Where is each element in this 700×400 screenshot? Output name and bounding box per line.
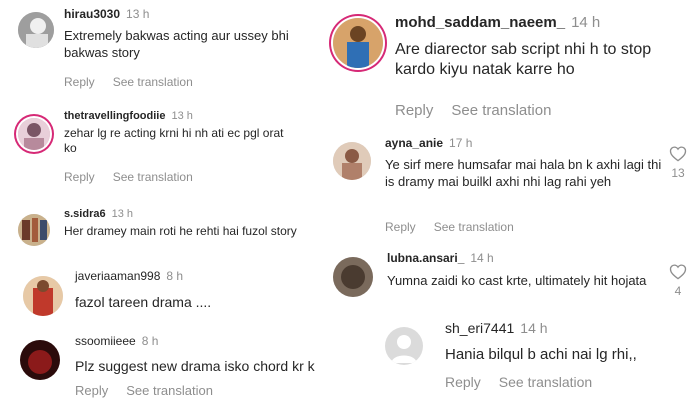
- reply-button[interactable]: Reply: [395, 102, 433, 119]
- comment-time: 8 h: [166, 269, 184, 283]
- comment-username[interactable]: ssoomiieee 8 h: [75, 334, 158, 348]
- avatar-photo: [333, 257, 373, 297]
- comment-username[interactable]: thetravellingfoodiie 13 h: [64, 110, 193, 122]
- avatar[interactable]: [23, 276, 63, 316]
- comment-actions: Reply See translation: [385, 220, 532, 234]
- username-text[interactable]: sh_eri7441: [445, 320, 514, 336]
- username-text[interactable]: lubna.ansari_: [387, 251, 464, 265]
- comment-username[interactable]: ayna_anie 17 h: [385, 136, 472, 150]
- see-translation-link[interactable]: See translation: [113, 75, 193, 89]
- comment-s-sidra6: s.sidra6 13 h Her dramey main roti he reh…: [0, 200, 320, 262]
- comment-time: 14 h: [520, 320, 548, 336]
- comment-time: 13 h: [126, 7, 150, 21]
- comment-text: Plz suggest new drama isko chord kr k: [75, 358, 315, 374]
- comment-username[interactable]: javeriaaman998 8 h: [75, 269, 183, 283]
- comment-sh-eri7441: sh_eri7441 14 h Hania bilqul b achi nai l…: [325, 315, 700, 400]
- username-text[interactable]: ayna_anie: [385, 136, 443, 150]
- comment-text: Her dramey main roti he rehti hai fuzol …: [64, 224, 297, 238]
- comment-text: Are diarector sab script nhi h to stop k…: [395, 41, 652, 79]
- comment-time: 17 h: [449, 136, 473, 150]
- default-avatar-glyph: [391, 335, 417, 363]
- comment-mohd-saddam-naeem: mohd_saddam_naeem_ 14 h Are diarector sab…: [325, 0, 700, 130]
- avatar-photo: [20, 340, 60, 380]
- username-text[interactable]: s.sidra6: [64, 208, 106, 220]
- comment-time: 14 h: [571, 14, 601, 31]
- username-text[interactable]: mohd_saddam_naeem_: [395, 14, 565, 31]
- avatar[interactable]: [20, 340, 60, 380]
- avatar[interactable]: [18, 118, 50, 150]
- avatar-photo: [18, 12, 54, 48]
- reply-button[interactable]: Reply: [385, 220, 416, 234]
- default-avatar-icon[interactable]: [385, 327, 423, 365]
- avatar[interactable]: [333, 18, 383, 68]
- comment-username[interactable]: hirau3030 13 h: [64, 7, 149, 21]
- comment-ayna-anie: ayna_anie 17 h Ye sirf mere humsafar mai …: [325, 130, 700, 240]
- avatar-photo: [23, 276, 63, 316]
- comment-username[interactable]: mohd_saddam_naeem_ 14 h: [395, 14, 600, 31]
- comment-actions: Reply See translation: [395, 102, 569, 119]
- like-count: 4: [674, 284, 682, 298]
- avatar[interactable]: [333, 257, 373, 297]
- comment-javeriaaman998: javeriaaman998 8 h fazol tareen drama ...…: [0, 262, 320, 324]
- username-text[interactable]: ssoomiieee: [75, 334, 136, 348]
- see-translation-link[interactable]: See translation: [126, 383, 213, 398]
- comment-hirau3030: hirau3030 13 h Extremely bakwas acting au…: [0, 0, 320, 95]
- see-translation-link[interactable]: See translation: [434, 220, 514, 234]
- comment-lubna-ansari: lubna.ansari_ 14 h Yumna zaidi ko cast kr…: [325, 245, 700, 320]
- like-control[interactable]: 13: [663, 145, 693, 180]
- comment-username[interactable]: lubna.ansari_ 14 h: [387, 251, 494, 265]
- comment-time: 13 h: [171, 110, 193, 122]
- comment-username[interactable]: s.sidra6 13 h: [64, 208, 133, 220]
- comment-text: Extremely bakwas acting aur ussey bhi ba…: [64, 28, 289, 60]
- comment-time: 14 h: [470, 251, 494, 265]
- comment-actions: Reply See translation: [64, 75, 211, 89]
- reply-button[interactable]: Reply: [64, 170, 95, 184]
- comment-text: Hania bilqul b achi nai lg rhi,,: [445, 346, 637, 363]
- reply-button[interactable]: Reply: [75, 383, 108, 398]
- avatar-photo: [333, 142, 371, 180]
- comment-text: Ye sirf mere humsafar mai hala bn k axhi…: [385, 157, 662, 189]
- see-translation-link[interactable]: See translation: [499, 374, 592, 390]
- username-text[interactable]: hirau3030: [64, 7, 120, 21]
- comment-thetravellingfoodiie: thetravellingfoodiie 13 h zehar lg re act…: [0, 102, 320, 192]
- comment-username[interactable]: sh_eri7441 14 h: [445, 320, 548, 336]
- heart-outline-icon[interactable]: [669, 263, 687, 280]
- comment-ssoomiieee: ssoomiieee 8 h Plz suggest new drama isko…: [0, 330, 330, 400]
- comment-text: zehar lg re acting krni hi nh ati ec pgl…: [64, 126, 284, 156]
- username-text[interactable]: javeriaaman998: [75, 269, 160, 283]
- username-text[interactable]: thetravellingfoodiie: [64, 110, 165, 122]
- comment-text: fazol tareen drama ....: [75, 294, 212, 310]
- comment-text: Yumna zaidi ko cast krte, ultimately hit…: [387, 273, 647, 288]
- comment-actions: Reply See translation: [75, 383, 231, 398]
- comment-actions: Reply See translation: [64, 170, 211, 184]
- avatar-photo: [18, 118, 50, 150]
- heart-outline-icon[interactable]: [669, 145, 687, 162]
- avatar-photo: [18, 214, 50, 246]
- comment-actions: Reply See translation: [445, 374, 610, 390]
- see-translation-link[interactable]: See translation: [451, 102, 551, 119]
- avatar[interactable]: [333, 142, 371, 180]
- comment-time: 8 h: [141, 334, 159, 348]
- avatar[interactable]: [18, 214, 50, 246]
- avatar-photo: [333, 18, 383, 68]
- see-translation-link[interactable]: See translation: [113, 170, 193, 184]
- reply-button[interactable]: Reply: [445, 374, 481, 390]
- comment-time: 13 h: [111, 208, 134, 220]
- like-control[interactable]: 4: [663, 263, 693, 298]
- reply-button[interactable]: Reply: [64, 75, 95, 89]
- like-count: 13: [671, 166, 685, 180]
- avatar[interactable]: [18, 12, 54, 48]
